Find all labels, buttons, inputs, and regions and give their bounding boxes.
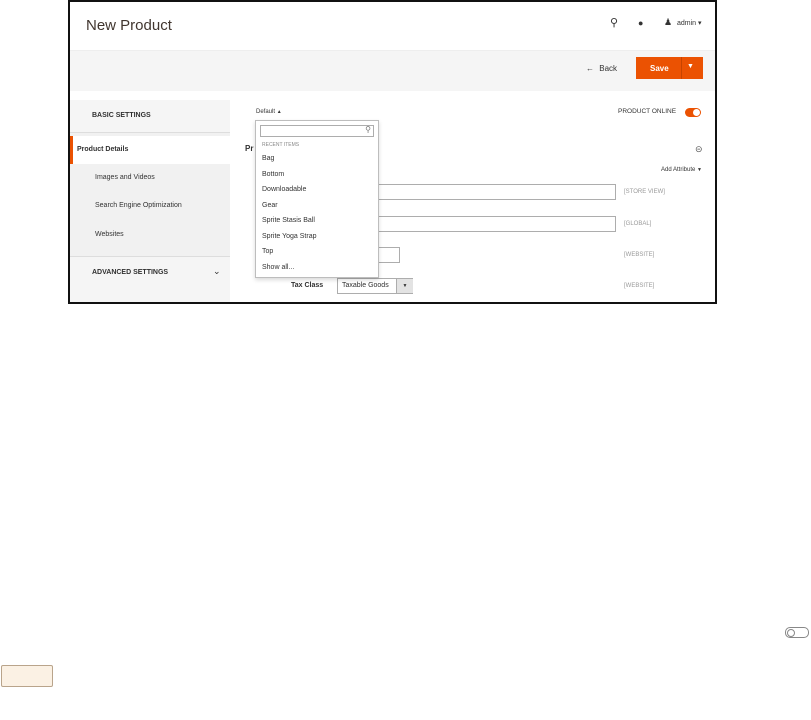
advanced-settings-heading[interactable]: ADVANCED SETTINGS ⌄	[70, 256, 230, 302]
arrow-left-icon: ←	[586, 64, 594, 73]
dropdown-item[interactable]: Downloadable	[262, 186, 306, 193]
toggle-switch[interactable]	[785, 627, 809, 638]
action-bar	[70, 50, 715, 91]
chevron-up-icon: ▲	[276, 109, 282, 115]
save-label: Save	[650, 64, 669, 73]
sidebar-item-seo[interactable]: Search Engine Optimization	[70, 192, 230, 220]
chevron-down-icon: ▼	[697, 167, 702, 173]
dropdown-heading: RECENT ITEMS	[262, 142, 300, 148]
bell-icon[interactable]: ●	[638, 18, 643, 28]
attribute-set-selector[interactable]: Default ▲	[256, 109, 282, 115]
chevron-down-icon: ▼	[396, 279, 413, 293]
product-online-toggle[interactable]	[685, 108, 701, 117]
toggle-knob	[787, 629, 795, 637]
page-title: New Product	[86, 17, 172, 34]
tax-class-select[interactable]: Taxable Goods ▼	[337, 278, 413, 294]
toggle-knob	[693, 109, 700, 116]
back-label: Back	[599, 64, 618, 73]
dropdown-item[interactable]: Bag	[262, 155, 274, 162]
dropdown-item[interactable]: Gear	[262, 202, 278, 209]
dropdown-item[interactable]: Sprite Stasis Ball	[262, 217, 315, 224]
tax-class-label: Tax Class	[291, 282, 324, 289]
back-button[interactable]: ← Back	[586, 64, 617, 73]
dropdown-item[interactable]: Sprite Yoga Strap	[262, 233, 317, 240]
sidebar-item-images-videos[interactable]: Images and Videos	[70, 164, 230, 192]
page-header: New Product ⚲ ● ♟ admin ▾	[70, 2, 715, 50]
basic-settings-heading[interactable]: BASIC SETTINGS	[70, 100, 230, 133]
product-name-field[interactable]	[376, 184, 616, 200]
save-divider	[681, 57, 682, 79]
search-icon[interactable]: ⚲	[610, 16, 618, 29]
attribute-set-dropdown: ⚲ RECENT ITEMS Bag Bottom Downloadable G…	[255, 120, 379, 278]
tax-class-value: Taxable Goods	[342, 282, 389, 289]
collapse-icon[interactable]: ⊝	[695, 144, 703, 155]
dropdown-search-input[interactable]: ⚲	[260, 125, 374, 137]
price-field[interactable]	[376, 247, 400, 263]
section-title: Pr	[245, 144, 254, 153]
blank-button[interactable]	[1, 665, 53, 687]
chevron-down-icon: ⌄	[213, 266, 221, 276]
sku-field[interactable]	[376, 216, 616, 232]
user-icon[interactable]: ♟	[664, 17, 672, 28]
dropdown-item[interactable]: Bottom	[262, 171, 284, 178]
sidebar-item-product-details[interactable]: Product Details	[70, 136, 230, 164]
save-button[interactable]: Save ▼	[636, 57, 703, 79]
search-icon: ⚲	[365, 125, 371, 134]
add-attribute-button[interactable]: Add Attribute ▼	[661, 167, 702, 173]
save-options-icon[interactable]: ▼	[687, 63, 694, 70]
scope-label: [GLOBAL]	[624, 221, 652, 227]
app-frame: New Product ⚲ ● ♟ admin ▾ ← Back Save ▼ …	[68, 0, 717, 304]
dropdown-item-show-all[interactable]: Show all...	[262, 264, 294, 271]
scope-label: [WEBSITE]	[624, 252, 655, 258]
product-online-label: PRODUCT ONLINE	[618, 108, 677, 115]
sidebar-item-websites[interactable]: Websites	[70, 221, 230, 249]
dropdown-item[interactable]: Top	[262, 248, 273, 255]
sidebar: BASIC SETTINGS Product Details Images an…	[70, 100, 230, 302]
scope-label: [WEBSITE]	[624, 283, 655, 289]
scope-label: [STORE VIEW]	[624, 189, 665, 195]
admin-menu[interactable]: admin ▾	[677, 19, 702, 27]
